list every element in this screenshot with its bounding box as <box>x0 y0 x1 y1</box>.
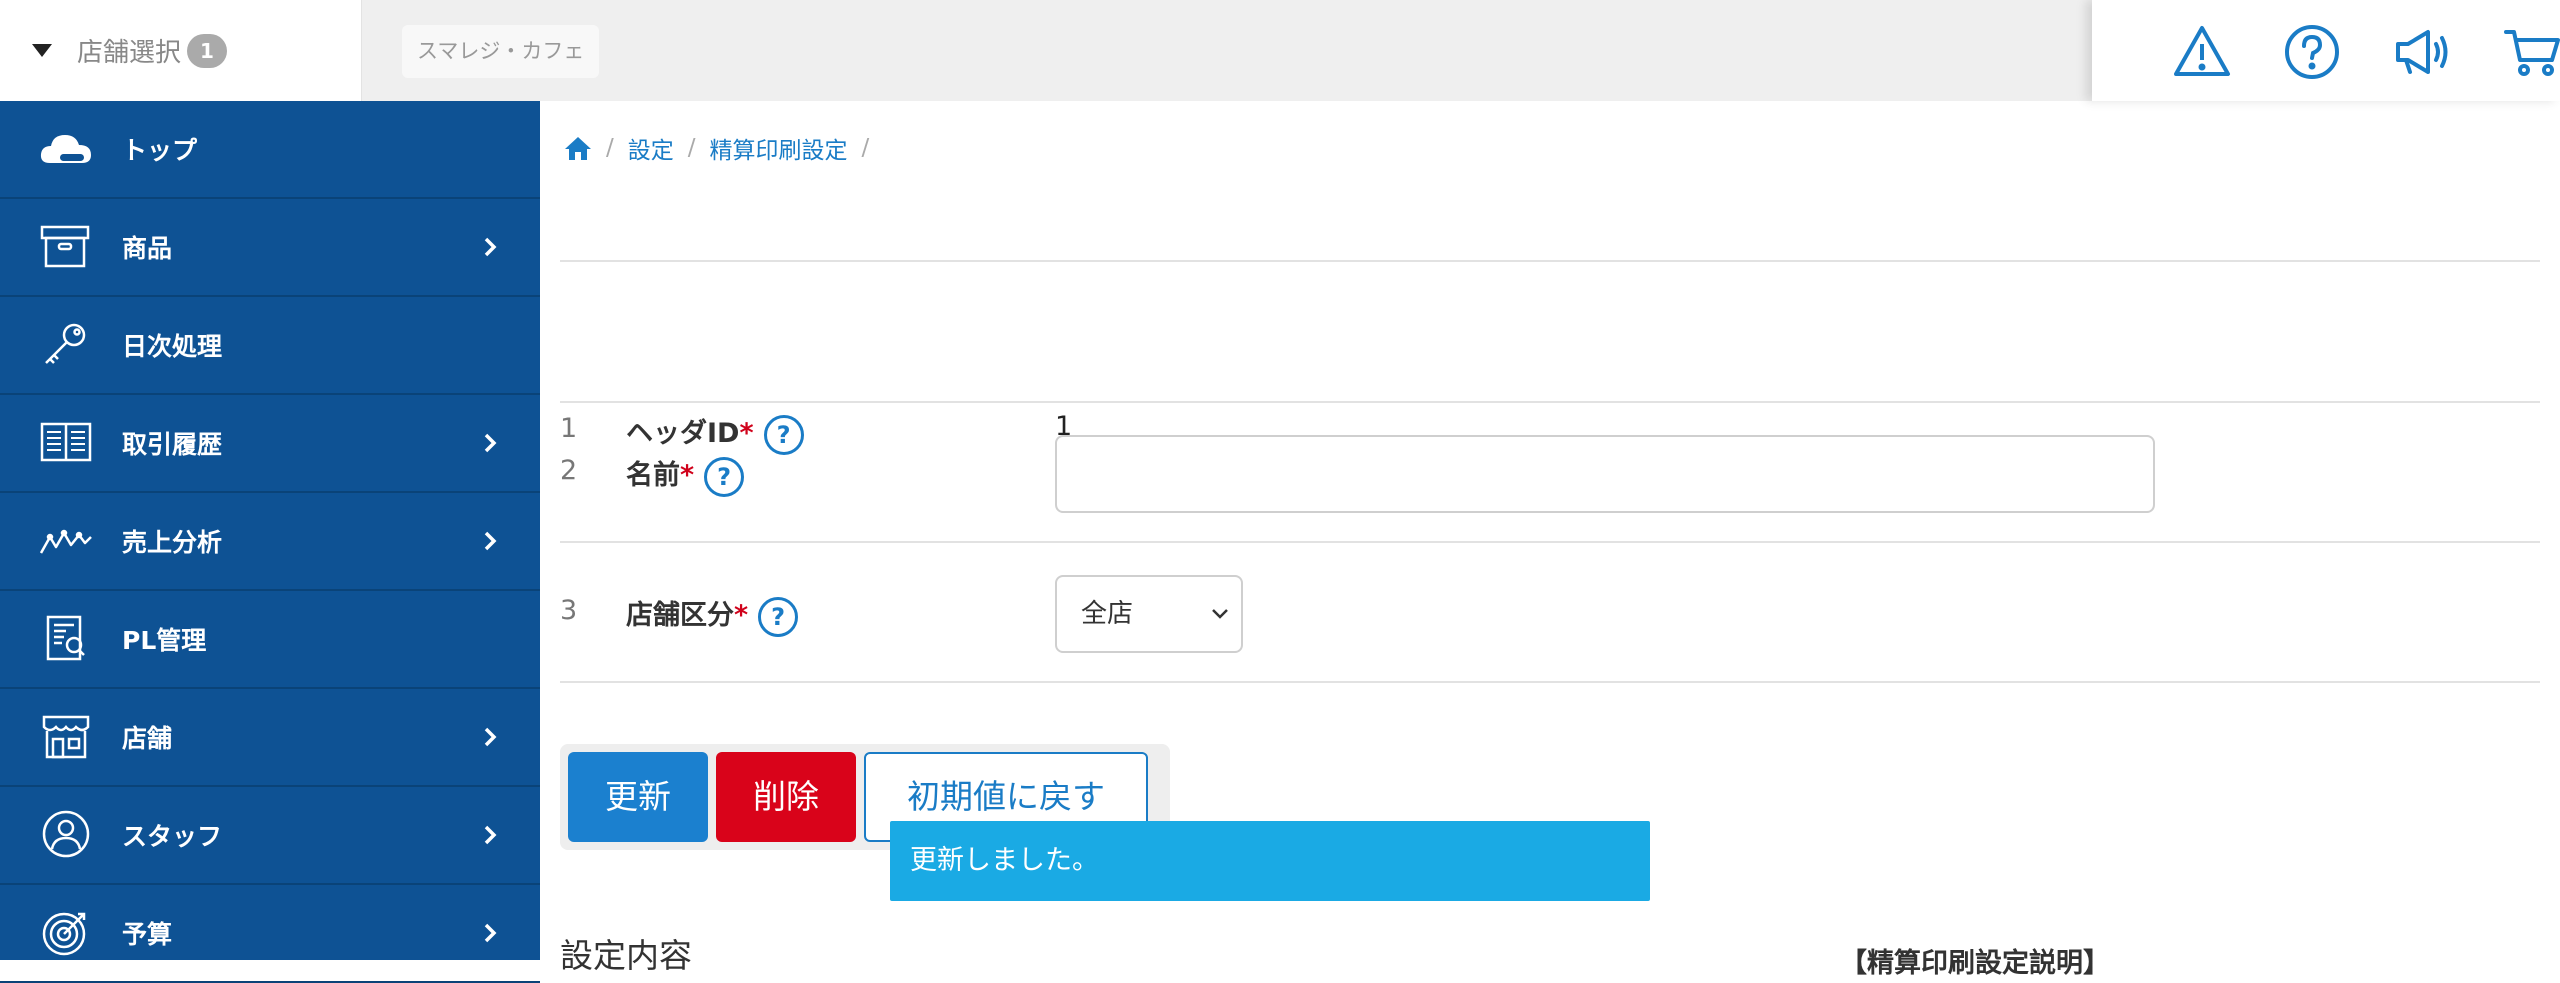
store-count-badge: 1 <box>187 33 228 68</box>
sidebar-item-sales-analysis[interactable]: 売上分析 <box>0 493 540 591</box>
breadcrumb-settings[interactable]: 設定 <box>628 131 674 165</box>
form-row-store-type: 3 店舗区分*? 全店 <box>560 541 2540 681</box>
caret-down-icon <box>32 44 52 57</box>
name-input[interactable] <box>1055 435 2155 513</box>
chevron-right-icon <box>478 823 502 847</box>
row-number: 2 <box>560 455 578 486</box>
sidebar-item-pl[interactable]: PL管理 <box>0 591 540 689</box>
sidebar-item-label: 商品 <box>122 234 173 263</box>
divider <box>560 260 2540 262</box>
help-icon[interactable]: ? <box>704 456 745 497</box>
header-icon-group <box>2092 0 2560 101</box>
sidebar-item-products[interactable]: 商品 <box>0 199 540 297</box>
announcement-icon[interactable] <box>2392 22 2452 82</box>
store-type-select[interactable]: 全店 <box>1055 575 1243 653</box>
chevron-down-icon <box>1212 609 1228 619</box>
breadcrumb-separator: / <box>606 135 614 161</box>
chevron-right-icon <box>478 431 502 455</box>
sidebar-item-daily[interactable]: 日次処理 <box>0 297 540 395</box>
shop-bar: スマレジ・カフェ <box>362 0 2092 101</box>
key-icon <box>38 319 94 369</box>
chevron-right-icon <box>478 235 502 259</box>
sidebar-item-label: PL管理 <box>122 626 207 655</box>
store-icon <box>38 711 94 761</box>
alert-icon[interactable] <box>2172 22 2232 82</box>
report-icon <box>38 613 94 663</box>
home-icon[interactable] <box>564 134 592 162</box>
label-text: 店舗区分 <box>626 600 734 631</box>
main-content: / 設定 / 精算印刷設定 / 1 ヘッダID*? 1 2 名前*? 3 店舗区… <box>540 101 2560 979</box>
chevron-right-icon <box>478 921 502 945</box>
divider <box>560 681 2540 683</box>
chevron-right-icon <box>478 529 502 553</box>
sidebar-item-top[interactable]: トップ <box>0 101 540 199</box>
form-row-name: 2 名前*? <box>560 401 2540 541</box>
name-label: 名前*? <box>626 453 745 497</box>
cart-icon[interactable] <box>2502 22 2560 82</box>
sidebar-item-budget[interactable]: 予算 <box>0 885 540 983</box>
update-button[interactable]: 更新 <box>568 752 708 842</box>
cloud-icon <box>38 123 94 173</box>
breadcrumb-print-settings[interactable]: 精算印刷設定 <box>710 131 848 165</box>
label-text: 名前 <box>626 460 680 491</box>
target-icon <box>38 907 94 957</box>
sidebar-item-label: 売上分析 <box>122 528 223 557</box>
sidebar-item-label: トップ <box>122 136 198 165</box>
section-title: 設定内容 <box>560 936 692 975</box>
breadcrumb-separator: / <box>861 135 870 161</box>
required-mark: * <box>734 600 749 631</box>
description-title: 【精算印刷設定説明】 <box>1840 948 2110 979</box>
store-type-selected-value: 全店 <box>1081 599 1134 629</box>
sidebar: トップ 商品 日次処理 取引履歴 売上分析 PL管理 店舗 スタッフ 予算 <box>0 101 540 983</box>
book-icon <box>38 417 94 467</box>
help-circle-icon[interactable] <box>2282 22 2342 82</box>
store-select-dropdown[interactable]: 店舗選択 1 <box>0 0 362 101</box>
sidebar-item-transactions[interactable]: 取引履歴 <box>0 395 540 493</box>
chart-line-icon <box>38 515 94 565</box>
row-number: 3 <box>560 595 578 626</box>
sidebar-item-label: 取引履歴 <box>122 430 223 459</box>
sidebar-item-label: 予算 <box>122 920 173 949</box>
store-select-label: 店舗選択 <box>77 38 182 68</box>
delete-button[interactable]: 削除 <box>716 752 856 842</box>
box-icon <box>38 221 94 271</box>
chevron-right-icon <box>478 725 502 749</box>
store-type-label: 店舗区分*? <box>626 593 799 637</box>
breadcrumb: / 設定 / 精算印刷設定 / <box>564 131 883 165</box>
sidebar-item-stores[interactable]: 店舗 <box>0 689 540 787</box>
required-mark: * <box>680 460 695 491</box>
help-icon[interactable]: ? <box>758 596 799 637</box>
breadcrumb-separator: / <box>687 135 696 161</box>
sidebar-item-staff[interactable]: スタッフ <box>0 787 540 885</box>
user-icon <box>38 809 94 859</box>
sidebar-item-label: 店舗 <box>122 724 173 753</box>
top-header: 店舗選択 1 スマレジ・カフェ <box>0 0 2560 101</box>
sidebar-item-label: 日次処理 <box>122 332 223 361</box>
shop-name-chip[interactable]: スマレジ・カフェ <box>402 25 600 78</box>
success-toast: 更新しました。 <box>890 821 1650 901</box>
sidebar-item-label: スタッフ <box>122 822 223 851</box>
